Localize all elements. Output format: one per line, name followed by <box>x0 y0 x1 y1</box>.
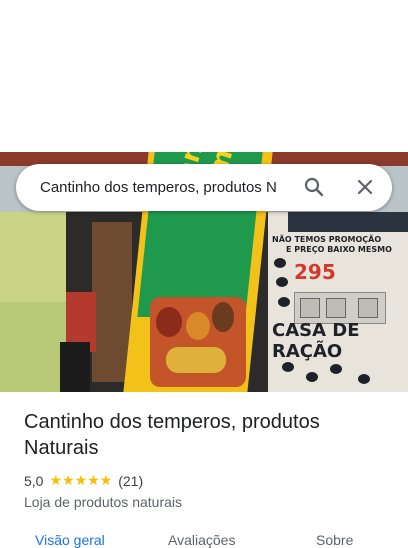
rating-value: 5,0 <box>24 473 44 489</box>
star-rating: ★★★★★ <box>49 474 112 488</box>
photo-spice <box>212 302 234 332</box>
photo-store-name: CASA DE RAÇÃO <box>272 320 360 362</box>
photo-meter <box>358 298 378 318</box>
photo-spice <box>166 347 226 373</box>
photo-sign-number: 295 <box>294 260 336 284</box>
photo-sign-line1: NÃO TEMOS PROMOÇÃO <box>272 235 382 244</box>
place-title: Cantinho dos temperos, produtos Naturais <box>24 411 320 459</box>
map-blank-area <box>0 0 408 152</box>
tab-overview[interactable]: Visão geral <box>35 532 105 548</box>
star-icon: ★★★★★ <box>49 473 113 489</box>
paw-icon <box>274 258 286 268</box>
paw-icon <box>330 364 342 374</box>
review-count[interactable]: (21) <box>118 473 143 489</box>
paw-icon <box>306 372 318 382</box>
rating-row[interactable]: 5,0 ★★★★★ (21) <box>24 472 143 490</box>
photo-sign-line2: E PREÇO BAIXO MESMO <box>286 245 392 254</box>
search-bar[interactable]: Cantinho dos temperos, produtos N <box>16 164 392 211</box>
photo-machine <box>60 342 90 392</box>
photo-meter <box>300 298 320 318</box>
paw-icon <box>276 277 288 287</box>
photo-left-wall-lower <box>0 302 66 392</box>
photo-meter <box>326 298 346 318</box>
paw-icon <box>282 362 294 372</box>
photo-spice <box>156 307 182 337</box>
search-input[interactable]: Cantinho dos temperos, produtos N <box>40 179 302 199</box>
tab-reviews[interactable]: Avaliações <box>168 532 235 548</box>
photo-window <box>288 212 408 232</box>
photo-spice <box>186 312 210 340</box>
close-icon[interactable] <box>353 175 377 199</box>
paw-icon <box>358 374 370 384</box>
tab-bar: Visão geral Avaliações Sobre <box>0 530 408 548</box>
paw-icon <box>278 297 290 307</box>
place-category[interactable]: Loja de produtos naturais <box>24 494 182 510</box>
search-icon[interactable] <box>302 175 326 199</box>
tab-about[interactable]: Sobre <box>316 532 353 548</box>
